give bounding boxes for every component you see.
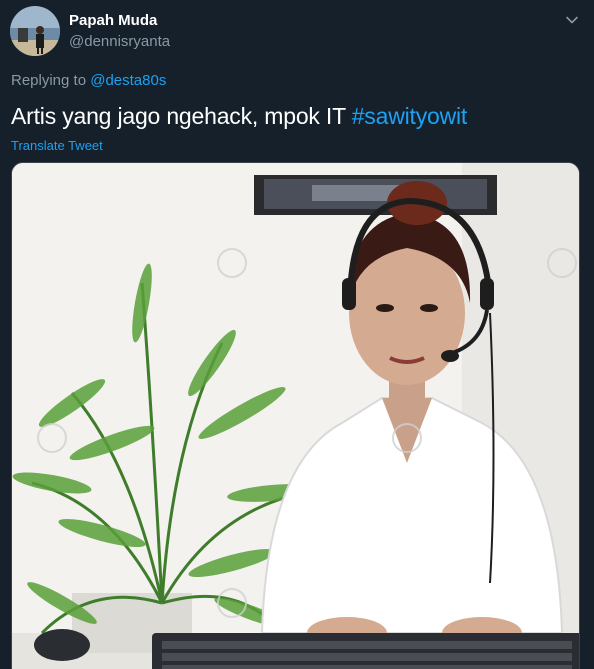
photo-icon [12,163,579,669]
tweet-header: Papah Muda @dennisryanta [10,6,584,58]
tweet-text: Artis yang jago ngehack, mpok IT [11,103,352,129]
user-handle[interactable]: @dennisryanta [69,33,170,50]
avatar[interactable] [10,6,60,56]
translate-tweet-link[interactable]: Translate Tweet [11,138,103,153]
replying-to: Replying to @desta80s [11,72,166,89]
tweet-media[interactable] [11,162,580,669]
tweet-card: Papah Muda @dennisryanta Replying to @de… [0,0,594,669]
tweet-body: Artis yang jago ngehack, mpok IT #sawity… [11,103,467,130]
reply-target-link[interactable]: @desta80s [90,72,166,89]
avatar-image [10,6,60,56]
display-name[interactable]: Papah Muda [69,12,157,29]
chevron-down-icon[interactable] [564,12,580,28]
replying-prefix: Replying to [11,72,91,89]
hashtag-link[interactable]: #sawityowit [352,103,468,129]
